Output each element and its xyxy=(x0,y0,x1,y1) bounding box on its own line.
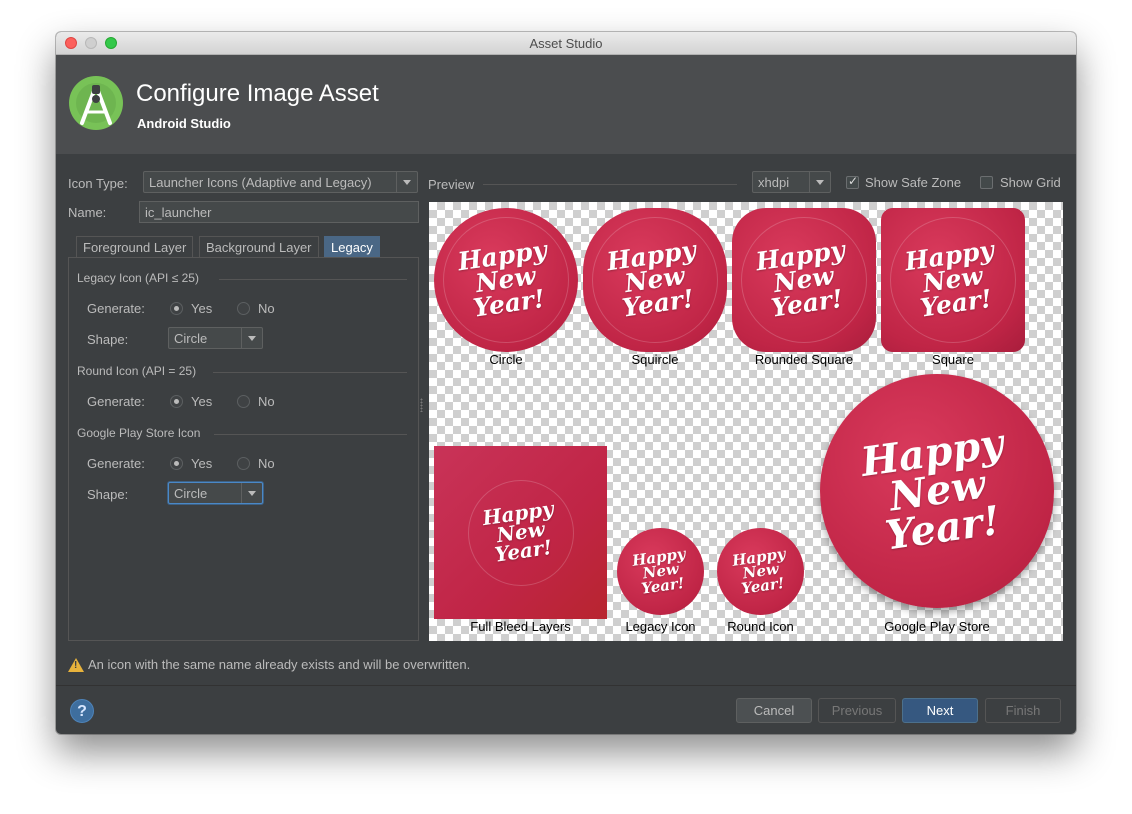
icon-type-label: Icon Type: xyxy=(68,176,128,191)
icon-caption: Full Bleed Layers xyxy=(470,619,571,634)
show-safe-zone-checkbox[interactable] xyxy=(846,174,859,189)
squircle-icon-preview: Happy New Year! xyxy=(583,208,727,352)
preview-label: Preview xyxy=(428,177,475,192)
android-studio-logo-icon xyxy=(69,76,123,130)
icon-caption: Square xyxy=(932,352,974,367)
play-store-icon-section-title: Google Play Store Icon xyxy=(77,426,201,440)
finish-button[interactable]: Finish xyxy=(985,698,1061,723)
legacy-generate-no-label[interactable]: No xyxy=(258,301,275,316)
icon-caption: Legacy Icon xyxy=(625,619,696,634)
legacy-settings-panel: Legacy Icon (API ≤ 25) Generate: Yes No … xyxy=(68,257,419,641)
section-divider xyxy=(214,434,407,435)
window-title: Asset Studio xyxy=(529,36,603,51)
round-generate-label: Generate: xyxy=(87,394,145,409)
density-value: xhdpi xyxy=(758,175,790,190)
round-generate-no-label[interactable]: No xyxy=(258,394,275,409)
legacy-icon-section-title: Legacy Icon (API ≤ 25) xyxy=(77,271,199,285)
square-icon-preview: Happy New Year! xyxy=(881,208,1025,352)
chevron-down-icon xyxy=(241,483,262,503)
round-icon-section-title: Round Icon (API = 25) xyxy=(77,364,197,378)
show-safe-zone-label[interactable]: Show Safe Zone xyxy=(865,175,961,190)
previous-button[interactable]: Previous xyxy=(818,698,896,723)
tab-background-layer[interactable]: Background Layer xyxy=(199,236,319,257)
next-button[interactable]: Next xyxy=(902,698,978,723)
title-bar: Asset Studio xyxy=(56,32,1076,55)
round-generate-yes-label[interactable]: Yes xyxy=(191,394,212,409)
legacy-generate-yes-label[interactable]: Yes xyxy=(191,301,212,316)
google-play-store-icon-preview: Happy New Year! xyxy=(820,374,1054,608)
full-bleed-layers-preview: Happy New Year! xyxy=(434,446,607,619)
tab-legacy[interactable]: Legacy xyxy=(324,236,380,257)
round-generate-yes-radio[interactable] xyxy=(170,395,183,408)
asset-studio-window: Asset Studio Configure Image Asset Andro… xyxy=(56,32,1076,734)
footer-divider xyxy=(56,685,1076,686)
legacy-generate-label: Generate: xyxy=(87,301,145,316)
help-button[interactable]: ? xyxy=(70,699,94,723)
chevron-down-icon xyxy=(396,172,417,192)
icon-type-dropdown[interactable]: Launcher Icons (Adaptive and Legacy) xyxy=(143,171,418,193)
warning-icon xyxy=(68,658,84,672)
wizard-subtitle: Android Studio xyxy=(137,116,231,131)
legacy-shape-dropdown[interactable]: Circle xyxy=(168,327,263,349)
play-shape-value: Circle xyxy=(174,486,208,501)
legacy-shape-value: Circle xyxy=(174,331,208,346)
play-generate-yes-label[interactable]: Yes xyxy=(191,456,212,471)
show-grid-label[interactable]: Show Grid xyxy=(1000,175,1061,190)
legacy-generate-yes-radio[interactable] xyxy=(170,302,183,315)
splitter-handle[interactable] xyxy=(420,398,423,412)
chevron-down-icon xyxy=(809,172,830,192)
preview-divider xyxy=(483,184,737,185)
name-label: Name: xyxy=(68,205,107,220)
tab-foreground-layer[interactable]: Foreground Layer xyxy=(76,236,194,257)
play-generate-label: Generate: xyxy=(87,456,145,471)
overwrite-warning-text: An icon with the same name already exist… xyxy=(88,657,471,672)
play-generate-no-radio[interactable] xyxy=(237,457,250,470)
rounded-square-icon-preview: Happy New Year! xyxy=(732,208,876,352)
icon-caption: Circle xyxy=(489,352,523,367)
round-generate-no-radio[interactable] xyxy=(237,395,250,408)
wizard-header: Configure Image Asset Android Studio xyxy=(56,55,1076,154)
legacy-icon-preview: Happy New Year! xyxy=(617,528,704,615)
circle-icon-preview: Happy New Year! xyxy=(434,208,578,352)
play-generate-no-label[interactable]: No xyxy=(258,456,275,471)
icon-caption: Squircle xyxy=(631,352,679,367)
play-generate-yes-radio[interactable] xyxy=(170,457,183,470)
icon-caption: Google Play Store xyxy=(884,619,990,634)
cancel-button[interactable]: Cancel xyxy=(736,698,812,723)
density-dropdown[interactable]: xhdpi xyxy=(752,171,831,193)
round-icon-preview: Happy New Year! xyxy=(717,528,804,615)
play-shape-label: Shape: xyxy=(87,487,129,502)
wizard-title: Configure Image Asset xyxy=(136,80,379,107)
show-grid-checkbox[interactable] xyxy=(980,176,993,189)
preview-canvas: Happy New Year! Circle Happy New Year! Squir… xyxy=(429,202,1063,641)
icon-caption: Rounded Square xyxy=(754,352,854,367)
name-input[interactable]: ic_launcher xyxy=(139,201,419,223)
play-shape-dropdown[interactable]: Circle xyxy=(168,482,263,504)
chevron-down-icon xyxy=(241,328,262,348)
name-input-value: ic_launcher xyxy=(145,205,212,220)
icon-type-value: Launcher Icons (Adaptive and Legacy) xyxy=(149,175,372,190)
icon-caption: Round Icon xyxy=(727,619,794,634)
legacy-shape-label: Shape: xyxy=(87,332,129,347)
legacy-generate-no-radio[interactable] xyxy=(237,302,250,315)
section-divider xyxy=(219,279,407,280)
section-divider xyxy=(213,372,407,373)
